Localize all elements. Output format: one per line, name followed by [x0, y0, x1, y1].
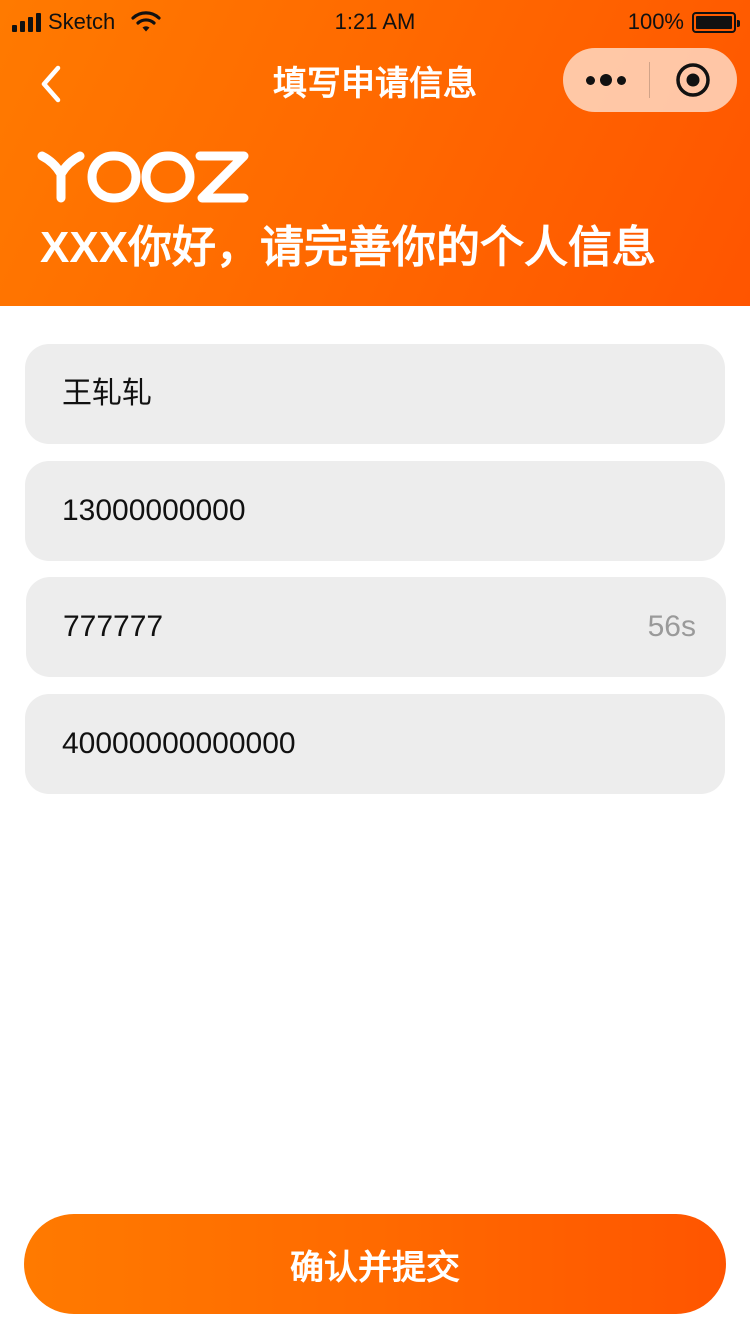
id-number-value: 40000000000000	[62, 727, 296, 760]
countdown-timer: 56s	[647, 610, 696, 643]
submit-button[interactable]: 确认并提交	[24, 1214, 726, 1314]
status-bar: Sketch 1:21 AM 100%	[0, 0, 750, 44]
verification-code-field[interactable]: 777777 56s	[26, 577, 726, 677]
name-value: 王轧轧	[62, 377, 152, 410]
battery-icon	[692, 11, 740, 33]
battery-percent: 100%	[627, 9, 684, 34]
target-circle-icon[interactable]	[675, 62, 711, 98]
status-right: 100%	[627, 9, 740, 35]
name-field[interactable]: 王轧轧	[25, 344, 725, 444]
header: Sketch 1:21 AM 100% 填写申请信息 XXX你好，请完善你的个人…	[0, 0, 750, 306]
yooz-logo	[37, 151, 249, 203]
capsule-divider	[649, 62, 650, 98]
verification-code-value: 777777	[63, 610, 164, 643]
id-number-field[interactable]: 40000000000000	[25, 694, 725, 794]
more-dots-icon[interactable]	[563, 48, 649, 112]
greeting-text: XXX你好，请完善你的个人信息	[40, 223, 657, 272]
mini-program-capsule	[563, 48, 737, 112]
phone-value: 13000000000	[62, 494, 246, 527]
phone-field[interactable]: 13000000000	[25, 461, 725, 561]
